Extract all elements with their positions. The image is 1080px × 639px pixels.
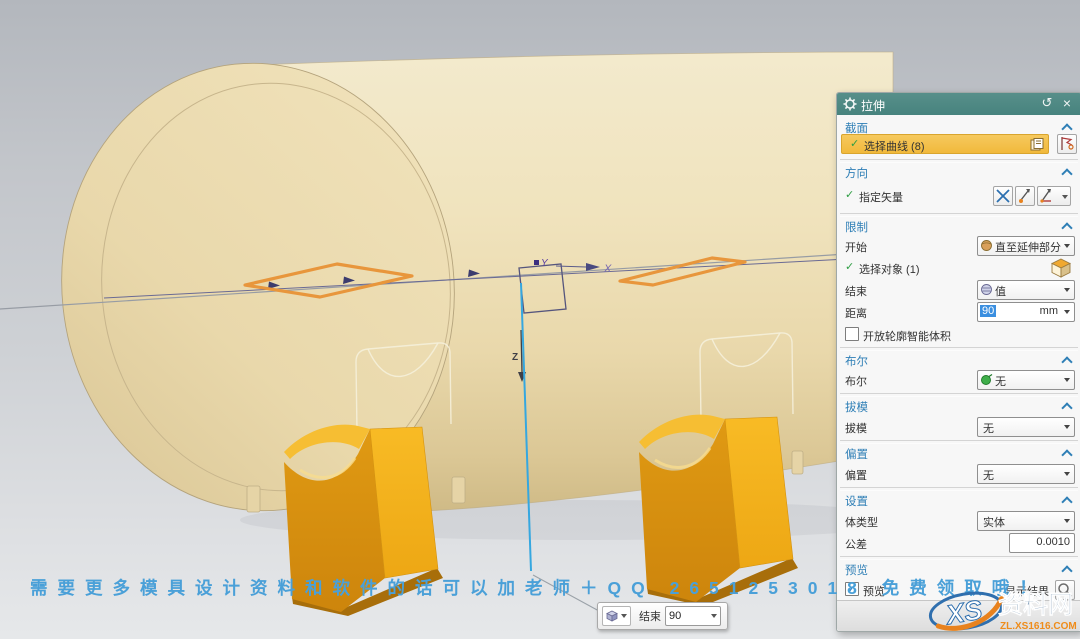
- separator: [840, 440, 1078, 444]
- crossed-arrows-icon: [994, 187, 1012, 205]
- body-type-dropdown[interactable]: 实体: [977, 511, 1075, 531]
- distance-value-selected[interactable]: 90: [980, 305, 996, 317]
- open-profile-checkbox[interactable]: [845, 327, 859, 341]
- offset-dropdown[interactable]: 无: [977, 464, 1075, 484]
- axis-z-label: Z: [512, 352, 518, 363]
- reset-button[interactable]: ↺: [1039, 95, 1055, 111]
- chevron-up-icon: [1061, 168, 1072, 179]
- lasso-flag-icon: [1058, 135, 1076, 153]
- section-header-settings[interactable]: 设置: [837, 492, 1080, 510]
- section-header-boolean[interactable]: 布尔: [837, 352, 1080, 370]
- separator: [840, 487, 1078, 491]
- dropdown-caret-icon: [711, 614, 717, 618]
- tolerance-input[interactable]: 0.0010: [1009, 533, 1075, 553]
- distance-input[interactable]: 90 mm: [977, 302, 1075, 322]
- cad-viewport[interactable]: X Y Z 需要更多模具设计资料和软件: [0, 0, 1080, 639]
- value-cube-icon: [606, 610, 618, 622]
- chevron-up-icon: [1061, 449, 1072, 460]
- specify-vector-label: 指定矢量: [859, 189, 903, 205]
- boolean-label: 布尔: [845, 373, 867, 389]
- end-label: 结束: [845, 283, 867, 299]
- vector-dialog-button[interactable]: [1037, 186, 1071, 206]
- section-header-draft[interactable]: 拔模: [837, 398, 1080, 416]
- check-icon: ✓: [845, 260, 854, 273]
- solid-cube-icon[interactable]: [1049, 256, 1073, 280]
- close-button[interactable]: ×: [1059, 95, 1075, 111]
- separator: [840, 213, 1078, 217]
- dropdown-caret-icon: [1064, 378, 1070, 382]
- dropdown-caret-icon: [1064, 519, 1070, 523]
- boolean-none-icon: [980, 373, 993, 386]
- promo-banner-text: 需要更多模具设计资料和软件的话可以加老师＋QQ 2651253018 免费领取哦…: [30, 575, 1080, 600]
- vector-inverse-button[interactable]: [993, 186, 1013, 206]
- select-curve-row[interactable]: ✓ 选择曲线 (8): [841, 134, 1049, 154]
- end-distance-input[interactable]: 90: [665, 606, 721, 626]
- section-header-offset[interactable]: 偏置: [837, 445, 1080, 463]
- lasso-select-button[interactable]: [1057, 134, 1077, 154]
- chevron-up-icon: [1061, 123, 1072, 134]
- open-profile-label: 开放轮廓智能体积: [863, 328, 951, 344]
- select-object-label: 选择对象 (1): [859, 261, 920, 277]
- until-extended-icon: [980, 239, 993, 252]
- site-watermark: XS 资料网 ZL.XS1616.COM: [924, 579, 1080, 637]
- body-type-label: 体类型: [845, 514, 878, 530]
- chevron-up-icon: [1061, 402, 1072, 413]
- check-icon: ✓: [845, 188, 854, 201]
- chevron-up-icon: [1061, 496, 1072, 507]
- separator: [840, 159, 1078, 163]
- separator: [840, 393, 1078, 397]
- draft-dropdown[interactable]: 无: [977, 417, 1075, 437]
- section-header-direction[interactable]: 方向: [837, 164, 1080, 182]
- axis-x-label: X: [603, 263, 612, 275]
- vector-constructor-button[interactable]: [1015, 186, 1035, 206]
- dropdown-caret-icon: [1064, 472, 1070, 476]
- draft-label: 拔模: [845, 420, 867, 436]
- gear-icon: [843, 97, 857, 111]
- vector-arrow-icon: [1016, 187, 1034, 205]
- dropdown-caret-icon: [1064, 244, 1070, 248]
- start-mode-dropdown[interactable]: 直至延伸部分: [977, 236, 1075, 256]
- select-curve-label: 选择曲线 (8): [864, 138, 925, 154]
- dropdown-caret-icon: [1064, 288, 1070, 292]
- dialog-titlebar[interactable]: 拉伸 ↺ ×: [837, 93, 1080, 115]
- extrude-dialog[interactable]: 拉伸 ↺ × 截面 ✓ 选择曲线 (8): [836, 92, 1080, 632]
- chevron-up-icon: [1061, 356, 1072, 367]
- watermark-url: ZL.XS1616.COM: [1000, 621, 1077, 632]
- end-mode-dropdown[interactable]: 值: [977, 280, 1075, 300]
- dropdown-caret-icon: [1064, 425, 1070, 429]
- check-icon: ✓: [850, 137, 859, 150]
- watermark-name: 资料网: [998, 591, 1073, 619]
- section-header-limits[interactable]: 限制: [837, 218, 1080, 236]
- limit-type-button[interactable]: [602, 606, 631, 626]
- chevron-up-icon: [1061, 222, 1072, 233]
- value-icon: [980, 283, 993, 296]
- separator: [840, 347, 1078, 351]
- distance-label: 距离: [845, 305, 867, 321]
- vector-axis-icon: [1038, 187, 1056, 205]
- dropdown-caret-icon: [1062, 195, 1068, 199]
- dialog-title: 拉伸: [861, 97, 885, 114]
- dropdown-caret-icon: [1064, 310, 1070, 314]
- offset-label: 偏置: [845, 467, 867, 483]
- start-label: 开始: [845, 239, 867, 255]
- distance-unit: mm: [1040, 305, 1058, 317]
- curve-list-icon[interactable]: [1030, 138, 1044, 152]
- separator: [840, 556, 1078, 560]
- onscreen-limit-toolbar[interactable]: 结束 90: [597, 602, 728, 630]
- dropdown-caret-icon: [621, 614, 627, 618]
- tolerance-label: 公差: [845, 536, 867, 552]
- boolean-dropdown[interactable]: 无: [977, 370, 1075, 390]
- end-label: 结束: [639, 608, 661, 624]
